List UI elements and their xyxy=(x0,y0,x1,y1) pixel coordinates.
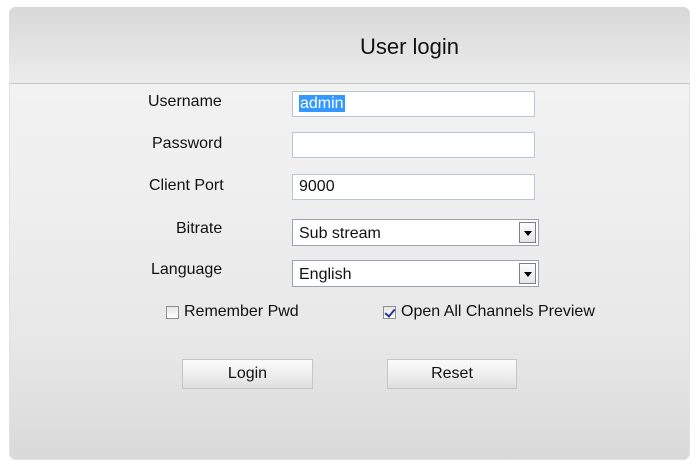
language-label: Language xyxy=(151,261,223,278)
password-input[interactable] xyxy=(292,132,535,158)
language-value: English xyxy=(299,266,352,283)
login-button[interactable]: Login xyxy=(182,359,313,389)
login-dialog: User login Username admin Password Clien… xyxy=(9,7,690,460)
username-input[interactable]: admin xyxy=(292,91,535,117)
client-port-label: Client Port xyxy=(149,177,224,194)
open-all-channels-label: Open All Channels Preview xyxy=(401,303,595,320)
chevron-down-icon[interactable] xyxy=(519,263,536,284)
open-all-channels-checkbox[interactable]: Open All Channels Preview xyxy=(383,303,595,321)
dialog-title: User login xyxy=(359,34,460,59)
client-port-value: 9000 xyxy=(299,178,335,195)
chevron-down-icon[interactable] xyxy=(519,222,536,243)
password-label: Password xyxy=(152,135,223,152)
bitrate-select[interactable]: Sub stream xyxy=(292,219,539,246)
checkbox-unchecked-icon[interactable] xyxy=(166,305,179,319)
remember-pwd-checkbox[interactable]: Remember Pwd xyxy=(166,303,299,321)
language-select[interactable]: English xyxy=(292,260,539,287)
dialog-header: User login xyxy=(9,7,690,84)
bitrate-label: Bitrate xyxy=(176,220,223,237)
client-port-input[interactable]: 9000 xyxy=(292,174,535,200)
username-value: admin xyxy=(299,95,345,112)
username-label: Username xyxy=(148,93,222,110)
bitrate-value: Sub stream xyxy=(299,225,381,242)
reset-button[interactable]: Reset xyxy=(387,359,517,389)
remember-pwd-label: Remember Pwd xyxy=(184,303,299,320)
checkbox-checked-icon[interactable] xyxy=(383,305,396,319)
